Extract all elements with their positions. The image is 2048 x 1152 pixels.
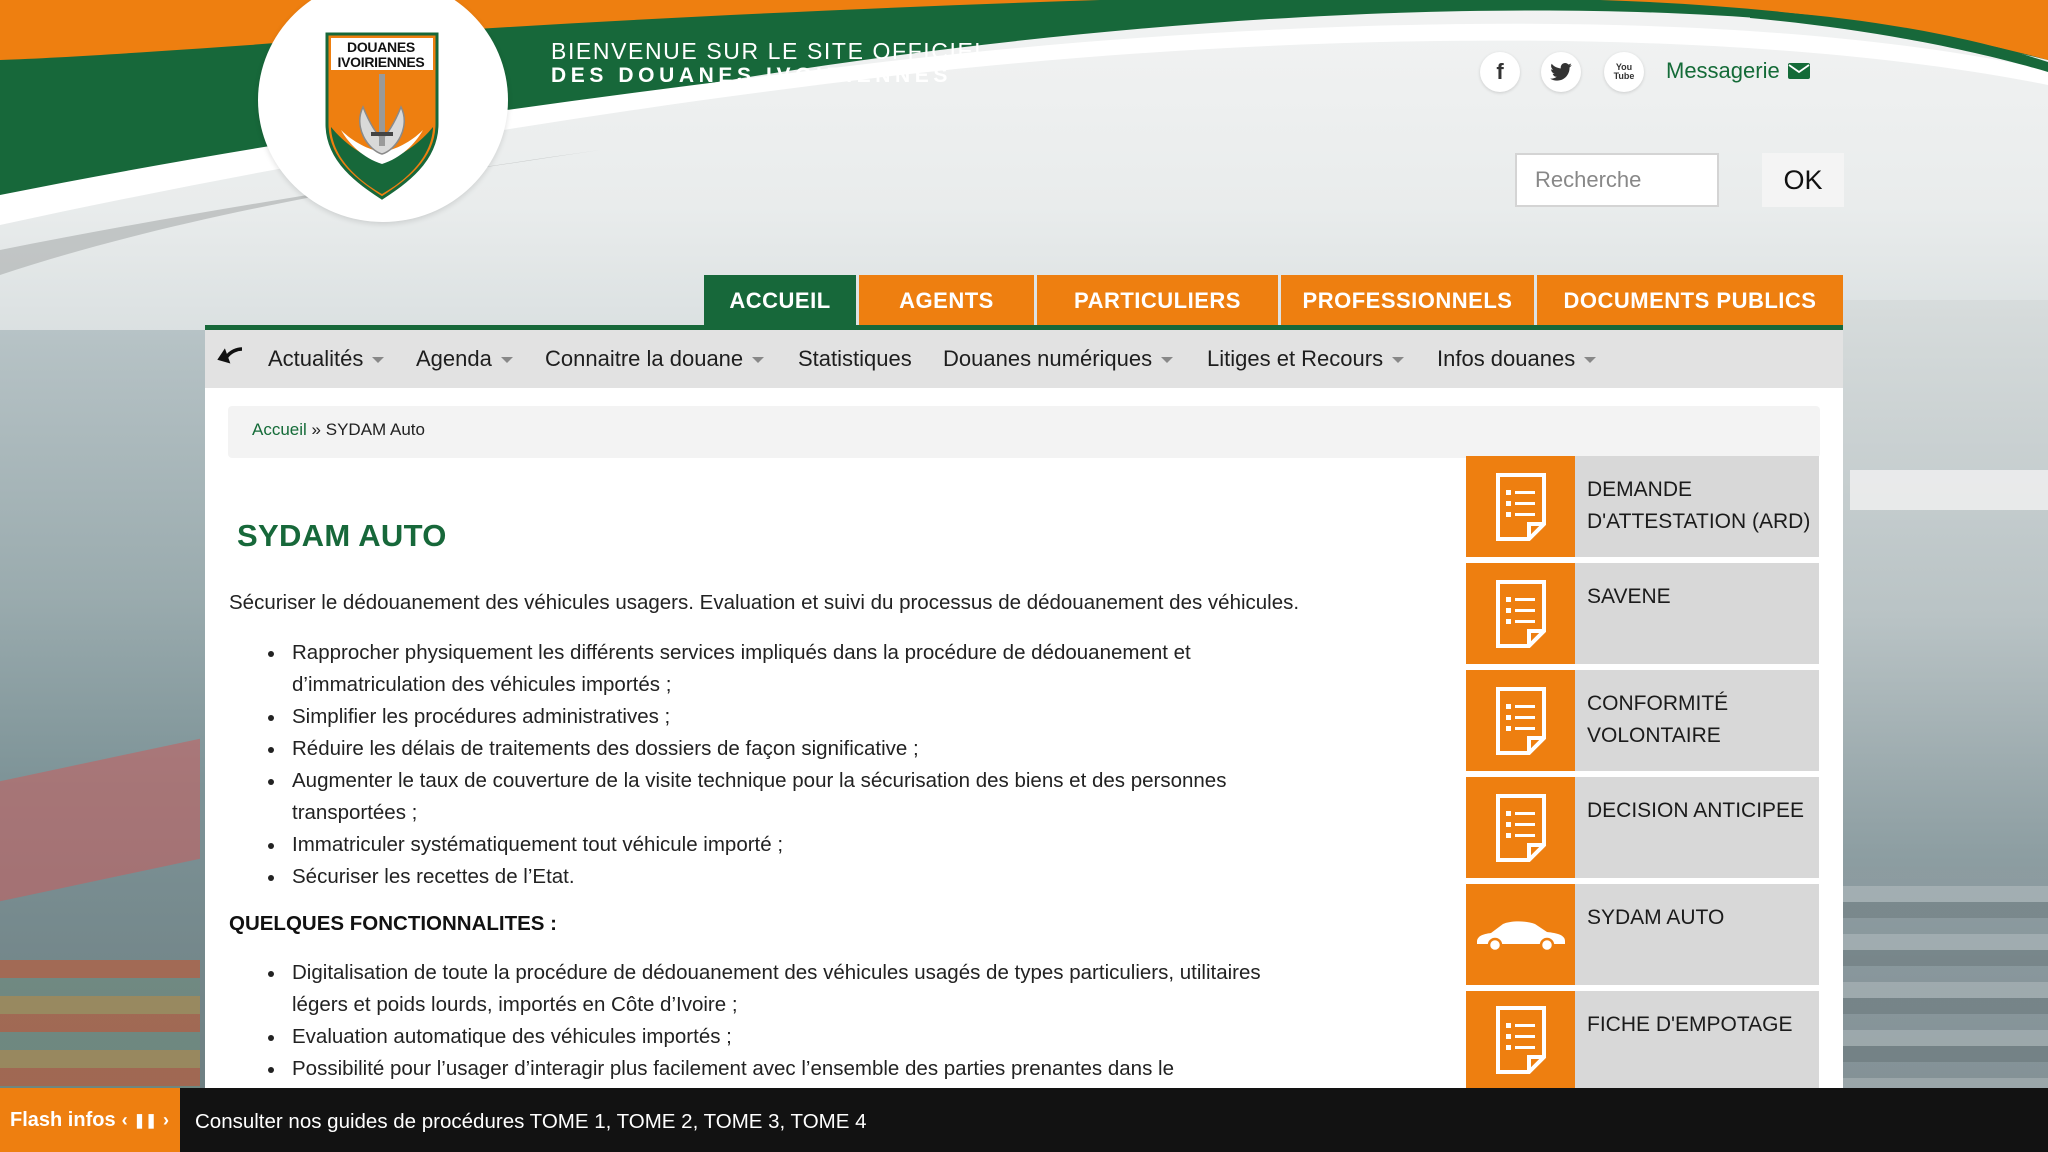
tile-label: FICHE D'EMPOTAGE xyxy=(1587,1013,1793,1036)
sidebar-tile-conformite-volontaire[interactable]: CONFORMITÉ VOLONTAIRE xyxy=(1466,670,1819,771)
chevron-down-icon xyxy=(752,357,765,363)
chevron-left-icon[interactable]: ‹ xyxy=(122,1110,128,1131)
list-item: Possibilité pour l’usager d’interagir pl… xyxy=(268,1053,1261,1085)
welcome-line-1: BIENVENUE SUR LE SITE OFFICIEL xyxy=(551,38,989,64)
containers-right xyxy=(1842,870,2048,1090)
objectives-list: Rapprocher physiquement les différents s… xyxy=(267,637,1226,893)
tab-particuliers[interactable]: PARTICULIERS xyxy=(1037,275,1278,326)
subnav-infos-douanes[interactable]: Infos douanes xyxy=(1437,346,1597,372)
messagerie-link[interactable]: Messagerie xyxy=(1666,58,1810,84)
list-item: Immatriculer systématiquement tout véhic… xyxy=(267,829,1226,861)
chevron-right-icon[interactable]: › xyxy=(163,1110,169,1131)
list-item: Réduire les délais de traitements des do… xyxy=(267,733,1226,765)
breadcrumb-text: Accueil » SYDAM Auto xyxy=(252,420,425,439)
chevron-down-icon xyxy=(1392,357,1405,363)
tab-documents-publics[interactable]: DOCUMENTS PUBLICS xyxy=(1537,275,1843,326)
sidebar-tile-savene[interactable]: SAVENE xyxy=(1466,563,1819,664)
features-heading: QUELQUES FONCTIONNALITES : xyxy=(229,912,557,935)
features-list: Digitalisation de toute la procédure de … xyxy=(268,957,1261,1085)
sidebar-tile-decision-anticipee[interactable]: DECISION ANTICIPEE xyxy=(1466,777,1819,878)
subnav-litiges-et-recours[interactable]: Litiges et Recours xyxy=(1207,346,1405,372)
tile-label: DECISION ANTICIPEE xyxy=(1587,799,1805,822)
containers-left xyxy=(0,960,200,1090)
sidebar-tile-demande-attestation[interactable]: DEMANDE D'ATTESTATION (ARD) xyxy=(1466,456,1819,557)
subnav-statistiques[interactable]: Statistiques xyxy=(798,346,912,372)
flash-infos-label: Flash infos xyxy=(10,1108,116,1131)
back-arrow-icon[interactable] xyxy=(214,346,244,370)
facebook-icon[interactable]: f xyxy=(1480,52,1520,92)
logo-text: DOUANES IVOIRIENNES xyxy=(337,39,425,70)
list-item: Rapprocher physiquement les différents s… xyxy=(267,637,1226,701)
flash-message-link[interactable]: Consulter nos guides de procédures TOME … xyxy=(195,1110,867,1134)
list-item: Simplifier les procédures administrative… xyxy=(267,701,1226,733)
search-ok-button[interactable]: OK xyxy=(1762,153,1844,207)
sidebar-tile-sydam-auto[interactable]: SYDAM AUTO xyxy=(1466,884,1819,985)
tile-label: CONFORMITÉ VOLONTAIRE xyxy=(1587,692,1729,747)
subnav-douanes-numeriques[interactable]: Douanes numériques xyxy=(943,346,1174,372)
subnav-agenda[interactable]: Agenda xyxy=(416,346,513,372)
tab-professionnels[interactable]: PROFESSIONNELS xyxy=(1281,275,1534,326)
list-item: Augmenter le taux de couverture de la vi… xyxy=(267,765,1226,829)
chevron-down-icon xyxy=(372,357,385,363)
list-item: Digitalisation de toute la procédure de … xyxy=(268,957,1261,1021)
tile-label: DEMANDE D'ATTESTATION (ARD) xyxy=(1587,478,1811,533)
twitter-icon[interactable] xyxy=(1541,52,1581,92)
messagerie-label: Messagerie xyxy=(1666,58,1780,83)
search-input[interactable] xyxy=(1515,153,1719,207)
breadcrumb xyxy=(228,406,1820,458)
chevron-down-icon xyxy=(1161,357,1174,363)
flash-infos-tag: Flash infos ‹ ❚❚ › xyxy=(0,1088,180,1152)
intro-text: Sécuriser le dédouanement des véhicules … xyxy=(229,591,1300,614)
subnav-connaitre-la-douane[interactable]: Connaitre la douane xyxy=(545,346,765,372)
page-title: SYDAM AUTO xyxy=(237,518,447,553)
tab-agents[interactable]: AGENTS xyxy=(859,275,1034,326)
list-item: Evaluation automatique des véhicules imp… xyxy=(268,1021,1261,1053)
tile-label: SYDAM AUTO xyxy=(1587,906,1725,929)
chevron-down-icon xyxy=(500,357,513,363)
chevron-down-icon xyxy=(1584,357,1597,363)
envelope-icon xyxy=(1787,63,1810,79)
list-item: Sécuriser les recettes de l’Etat. xyxy=(267,861,1226,893)
document-icon xyxy=(1466,991,1575,1088)
twitter-bird-icon xyxy=(1550,63,1572,81)
car-icon xyxy=(1466,884,1575,985)
document-icon xyxy=(1466,670,1575,771)
welcome-line-2: DES DOUANES IVOIRIENNES xyxy=(551,64,953,87)
breadcrumb-home-link[interactable]: Accueil xyxy=(252,420,307,439)
subnav-actualites[interactable]: Actualités xyxy=(268,346,385,372)
crane-right xyxy=(1850,470,2048,510)
tab-accueil[interactable]: ACCUEIL xyxy=(704,275,856,326)
sidebar-tile-fiche-empotage[interactable]: FICHE D'EMPOTAGE xyxy=(1466,991,1819,1088)
document-icon xyxy=(1466,456,1575,557)
youtube-icon[interactable]: You Tube xyxy=(1604,52,1644,92)
document-icon xyxy=(1466,777,1575,878)
pause-icon[interactable]: ❚❚ xyxy=(134,1112,157,1129)
document-icon xyxy=(1466,563,1575,664)
breadcrumb-current: SYDAM Auto xyxy=(325,420,425,439)
tile-label: SAVENE xyxy=(1587,585,1671,608)
